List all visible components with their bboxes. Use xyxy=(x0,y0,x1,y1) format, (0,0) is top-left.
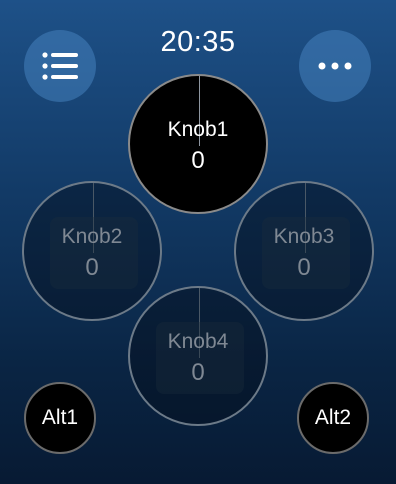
ellipsis-icon xyxy=(318,62,352,70)
knob-value: 0 xyxy=(191,359,205,386)
list-icon xyxy=(42,52,78,80)
more-options-button[interactable] xyxy=(299,30,371,102)
knob-1[interactable]: Knob1 0 xyxy=(128,74,268,214)
menu-button[interactable] xyxy=(24,30,96,102)
knob-2[interactable]: Knob2 0 xyxy=(22,181,162,321)
knob-label: Knob2 xyxy=(61,225,123,248)
alt2-button[interactable]: Alt2 xyxy=(297,382,369,454)
knob-label: Knob1 xyxy=(167,118,229,141)
knob-label: Knob4 xyxy=(167,330,229,353)
knob-3[interactable]: Knob3 0 xyxy=(234,181,374,321)
knob-label: Knob3 xyxy=(273,225,335,248)
knob-value: 0 xyxy=(297,254,311,281)
knob-4[interactable]: Knob4 0 xyxy=(128,286,268,426)
knob-value: 0 xyxy=(85,254,99,281)
alt1-button[interactable]: Alt1 xyxy=(24,382,96,454)
knob-value: 0 xyxy=(191,147,205,174)
